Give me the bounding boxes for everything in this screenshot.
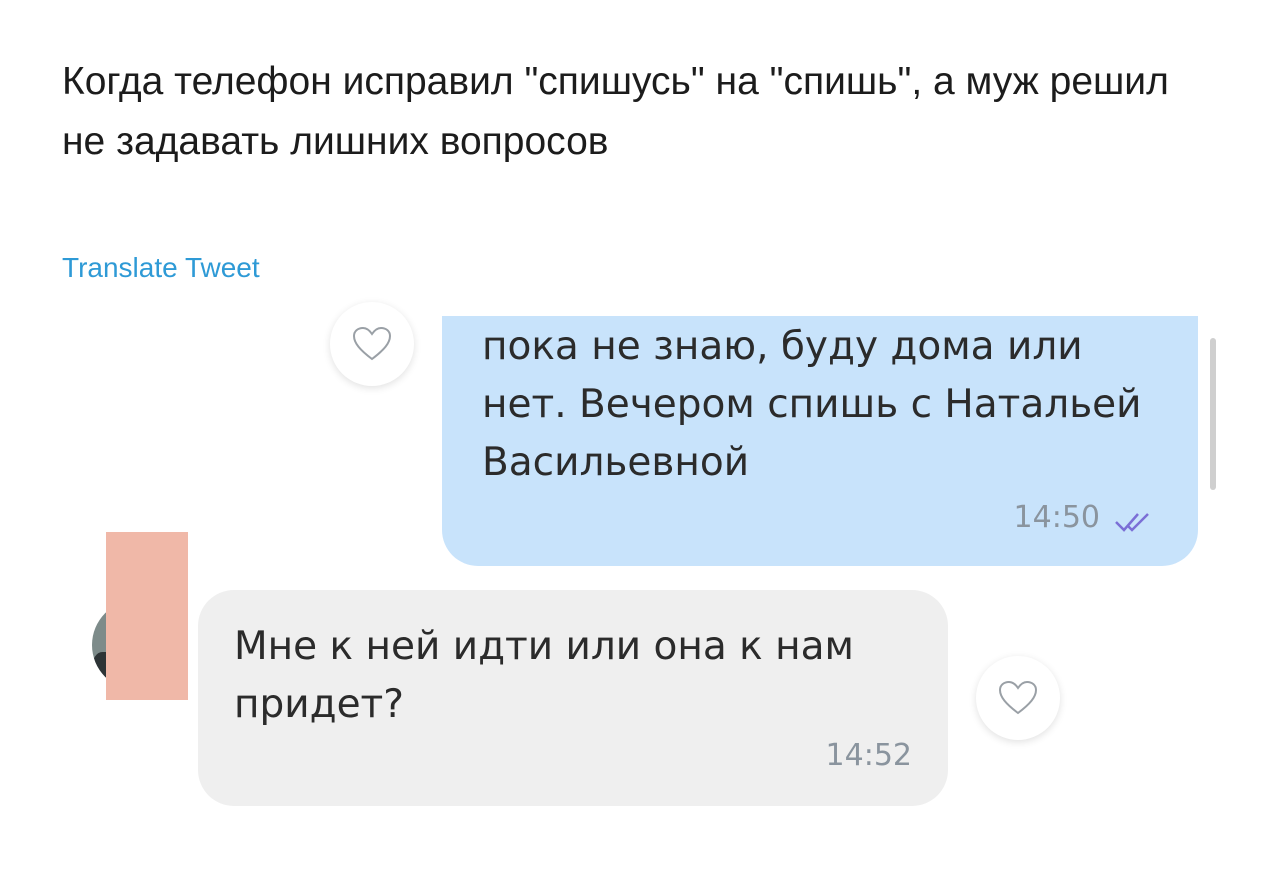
translate-tweet-link[interactable]: Translate Tweet — [62, 252, 260, 284]
incoming-message-bubble: Мне к ней идти или она к нам придет? 14:… — [198, 590, 948, 806]
incoming-message-time: 14:52 — [825, 738, 912, 773]
chat-screenshot: пока не знаю, буду дома или нет. Вечером… — [0, 302, 1280, 887]
outgoing-message-meta: 14:50 — [1014, 500, 1152, 535]
outgoing-message-bubble: пока не знаю, буду дома или нет. Вечером… — [442, 316, 1198, 566]
heart-icon — [998, 680, 1038, 716]
incoming-message-text: Мне к ней идти или она к нам придет? — [234, 624, 854, 727]
outgoing-message-text: пока не знаю, буду дома или нет. Вечером… — [482, 324, 1142, 485]
heart-icon — [352, 326, 392, 362]
outgoing-message-time: 14:50 — [1013, 500, 1100, 535]
redaction-block — [106, 532, 188, 700]
double-check-icon — [1114, 507, 1152, 532]
like-incoming-button[interactable] — [976, 656, 1060, 740]
like-outgoing-button[interactable] — [330, 302, 414, 386]
scrollbar[interactable] — [1210, 338, 1216, 490]
tweet-text: Когда телефон исправил "спишусь" на "спи… — [62, 60, 1169, 163]
